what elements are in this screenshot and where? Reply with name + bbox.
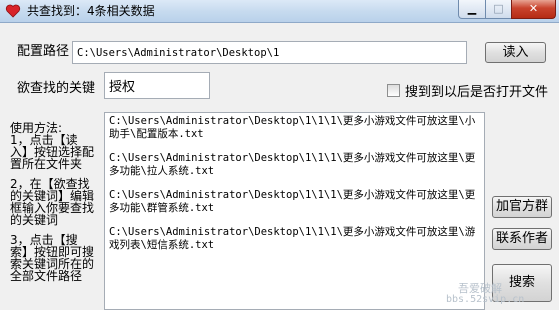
- usage-step-3: 3，点击【搜 索】按钮即可搜 索关键词所在的 全部文件路径: [10, 233, 95, 283]
- title-bar: 共查找到：4条相关数据 ▁ □ ✕: [0, 0, 559, 23]
- open-after-search-checkbox[interactable]: [387, 84, 400, 97]
- config-path-label: 配置路径: [17, 44, 70, 59]
- usage-step-2: 2，在【欲查找 的关键词】编辑 框输入你要查找 的关键词: [10, 177, 95, 227]
- search-keyword-input[interactable]: 授权: [104, 72, 210, 99]
- result-path: C:\Users\Administrator\Desktop\1\1\1\更多小…: [109, 152, 476, 177]
- usage-help: 使用方法: 1，点击【读 入】按钮选择配 置所在文件夹 2，在【欲查找 的关键词…: [10, 122, 102, 290]
- window-title: 共查找到：4条相关数据: [27, 4, 155, 18]
- maximize-button[interactable]: □: [485, 0, 512, 19]
- usage-step-1: 使用方法: 1，点击【读 入】按钮选择配 置所在文件夹: [10, 121, 95, 171]
- heart-icon: [5, 4, 21, 18]
- config-path-input[interactable]: C:\Users\Administrator\Desktop\1: [72, 41, 467, 64]
- search-keyword-value: 授权: [109, 80, 136, 95]
- read-button[interactable]: 读入: [485, 42, 546, 63]
- minimize-button[interactable]: ▁: [458, 0, 486, 19]
- add-official-group-button[interactable]: 加官方群: [492, 196, 552, 218]
- open-after-search-label: 搜到到以后是否打开文件: [405, 85, 549, 100]
- open-after-search-option[interactable]: 搜到到以后是否打开文件: [387, 81, 548, 100]
- close-button[interactable]: ✕: [511, 0, 556, 19]
- config-path-value: C:\Users\Administrator\Desktop\1: [77, 46, 280, 59]
- result-path: C:\Users\Administrator\Desktop\1\1\1\更多小…: [109, 115, 476, 140]
- result-path: C:\Users\Administrator\Desktop\1\1\1\更多小…: [109, 189, 476, 214]
- contact-author-button[interactable]: 联系作者: [492, 228, 552, 250]
- watermark-url: bbs.52svip.cn: [446, 294, 525, 305]
- search-keyword-label: 欲查找的关键: [17, 81, 96, 96]
- result-path: C:\Users\Administrator\Desktop\1\1\1\更多小…: [109, 226, 476, 251]
- results-textarea[interactable]: C:\Users\Administrator\Desktop\1\1\1\更多小…: [104, 112, 485, 310]
